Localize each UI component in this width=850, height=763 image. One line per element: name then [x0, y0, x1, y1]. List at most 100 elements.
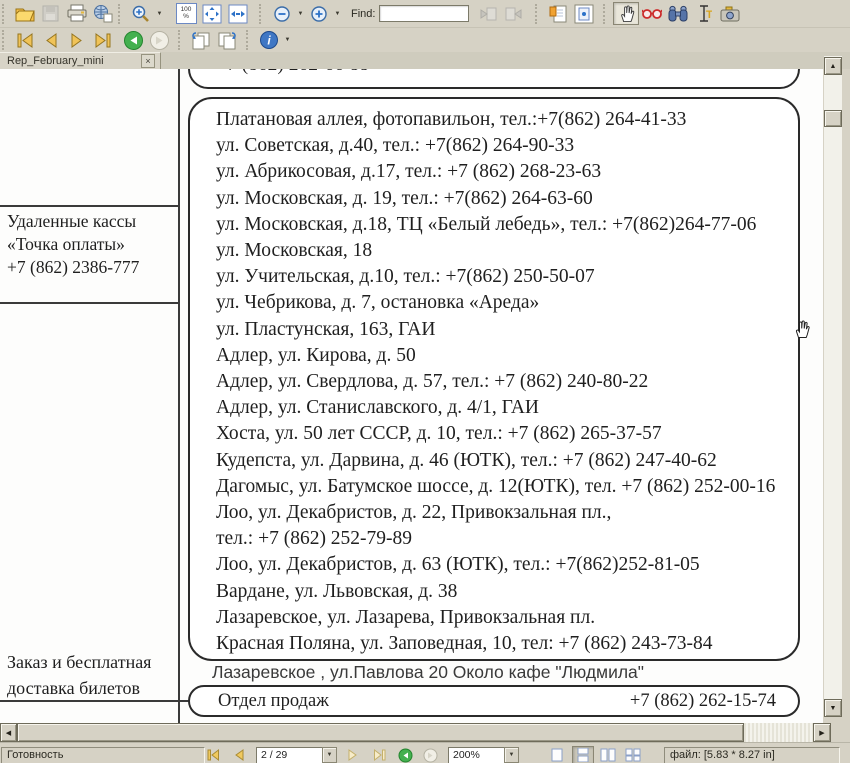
back-circle-icon [398, 748, 413, 763]
save-button[interactable] [38, 2, 64, 25]
vertical-scrollbar-track[interactable] [824, 56, 842, 717]
zoom-out-dropdown[interactable]: ▼ [295, 2, 306, 25]
address-line: ул. Московская, д.18, ТЦ «Белый лебедь»,… [216, 212, 790, 238]
zoom-tool-button[interactable] [128, 2, 154, 25]
zoom-100-button[interactable]: 100 % [173, 2, 199, 25]
status-last-page-button[interactable] [370, 747, 388, 763]
svg-text:T: T [706, 9, 712, 21]
find-previous-button[interactable] [475, 2, 501, 25]
search-button[interactable] [665, 2, 691, 25]
scroll-up-button[interactable]: ▲ [824, 57, 842, 75]
address-line: ул. Пластунская, 163, ГАИ [216, 317, 790, 343]
address-line: Лазаревское, ул. Лазарева, Привокзальная… [216, 605, 790, 631]
reading-mode-button[interactable] [639, 2, 665, 25]
document-viewport[interactable]: +7 (862) 262-66-99 Удаленные кассы«Точка… [0, 69, 823, 723]
previous-page-icon [43, 33, 59, 48]
rotate-left-button[interactable] [188, 29, 214, 52]
toolbar-grip [246, 30, 253, 50]
vertical-scrollbar-thumb[interactable] [824, 110, 842, 127]
page-number-dropdown[interactable]: ▼ [322, 747, 337, 763]
forward-circle-icon [423, 748, 438, 763]
address-line: ул. Абрикосовая, д.17, тел.: +7 (862) 26… [216, 159, 790, 185]
last-page-button[interactable] [90, 29, 116, 52]
toolbar-grip [118, 4, 125, 24]
next-page-button[interactable] [64, 29, 90, 52]
scroll-right-button[interactable]: ▶ [813, 723, 831, 742]
address-line: ул. Учительская, д.10, тел.: +7(862) 250… [216, 264, 790, 290]
navigation-toolbar: i ▼ [0, 28, 850, 53]
zoom-out-button[interactable] [269, 2, 295, 25]
address-line: Кудепста, ул. Дарвина, д. 46 (ЮТК), тел.… [216, 448, 790, 474]
address-line: Адлер, ул. Кирова, д. 50 [216, 343, 790, 369]
main-toolbar: ▼ 100 % ▼ ▼ Find: [0, 0, 850, 28]
document-info-button[interactable]: i [256, 29, 282, 52]
open-file-button[interactable] [12, 2, 38, 25]
zoom-tool-dropdown[interactable]: ▼ [154, 2, 165, 25]
rotate-left-icon [190, 30, 212, 50]
zoom-in-dropdown[interactable]: ▼ [332, 2, 343, 25]
sales-label: Отдел продаж [218, 691, 329, 712]
address-list-box: Платановая аллея, фотопавильон, тел.:+7(… [188, 97, 800, 661]
annotation-text: Лазаревское , ул.Павлова 20 Около кафе "… [212, 662, 644, 683]
select-text-button[interactable]: T [691, 2, 717, 25]
two-up-pages-icon [625, 748, 641, 762]
address-line: ул. Советская, д.40, тел.: +7(862) 264-9… [216, 133, 790, 159]
export-button[interactable] [90, 2, 116, 25]
document-tab[interactable]: Rep_February_mini × [0, 52, 161, 69]
zoom-level-dropdown[interactable]: ▼ [504, 747, 519, 763]
address-line: Лоо, ул. Декабристов, д. 22, Привокзальн… [216, 500, 790, 526]
print-button[interactable] [64, 2, 90, 25]
find-label: Find: [351, 8, 375, 20]
scroll-down-button[interactable]: ▼ [824, 699, 842, 717]
rotate-right-icon [216, 30, 238, 50]
layout-continuous-button[interactable] [572, 746, 594, 763]
hand-icon [618, 4, 635, 23]
minus-circle-icon [272, 4, 292, 24]
address-line: ул. Московская, 18 [216, 238, 790, 264]
find-input[interactable] [379, 5, 469, 22]
forward-circle-icon [149, 30, 170, 51]
previous-page-button[interactable] [38, 29, 64, 52]
table-horizontal-rule [0, 205, 179, 207]
history-back-button[interactable] [120, 29, 146, 52]
page-number-field[interactable]: 2 / 29 [256, 747, 324, 763]
binoculars-icon [668, 5, 688, 22]
status-first-page-button[interactable] [204, 747, 222, 763]
first-page-button[interactable] [12, 29, 38, 52]
layout-two-up-button[interactable] [622, 746, 644, 763]
layout-facing-button[interactable] [597, 746, 619, 763]
fit-page-button[interactable] [199, 2, 225, 25]
status-bar: Готовность 2 / 29 ▼ 200% ▼ [0, 742, 850, 763]
scroll-left-button[interactable]: ◀ [0, 723, 17, 742]
zoom-level-field[interactable]: 200% [448, 747, 506, 763]
horizontal-scrollbar-thumb[interactable] [17, 723, 744, 742]
first-page-icon [207, 749, 220, 761]
glasses-icon [642, 7, 662, 20]
zoom-in-button[interactable] [306, 2, 332, 25]
address-line: ул. Чебрикова, д. 7, остановка «Ареда» [216, 290, 790, 316]
thumbnails-panel-button[interactable] [545, 2, 571, 25]
facing-pages-icon [600, 748, 616, 762]
snapshot-button[interactable] [717, 2, 743, 25]
file-info-text: файл: [5.83 * 8.27 in] [664, 747, 840, 763]
hand-tool-button[interactable] [613, 2, 639, 25]
side-label-line: доставка билетов [7, 675, 151, 701]
address-line: Платановая аллея, фотопавильон, тел.:+7(… [216, 107, 790, 133]
status-history-back-button[interactable] [396, 747, 414, 763]
status-previous-page-button[interactable] [230, 747, 248, 763]
rotate-right-button[interactable] [214, 29, 240, 52]
preview-panel-button[interactable] [571, 2, 597, 25]
find-next-icon [505, 6, 523, 22]
status-history-forward-button[interactable] [421, 747, 439, 763]
find-next-button[interactable] [501, 2, 527, 25]
toolbar-grip [259, 4, 266, 24]
layout-single-page-button[interactable] [546, 746, 568, 763]
status-next-page-button[interactable] [344, 747, 362, 763]
fit-width-button[interactable] [225, 2, 251, 25]
history-forward-button[interactable] [146, 29, 172, 52]
tab-close-button[interactable]: × [141, 54, 155, 68]
side-label-line: Заказ и бесплатная [7, 649, 151, 675]
address-line: тел.: +7 (862) 252-79-89 [216, 526, 790, 552]
back-circle-icon [123, 30, 144, 51]
document-info-dropdown[interactable]: ▼ [282, 29, 293, 52]
